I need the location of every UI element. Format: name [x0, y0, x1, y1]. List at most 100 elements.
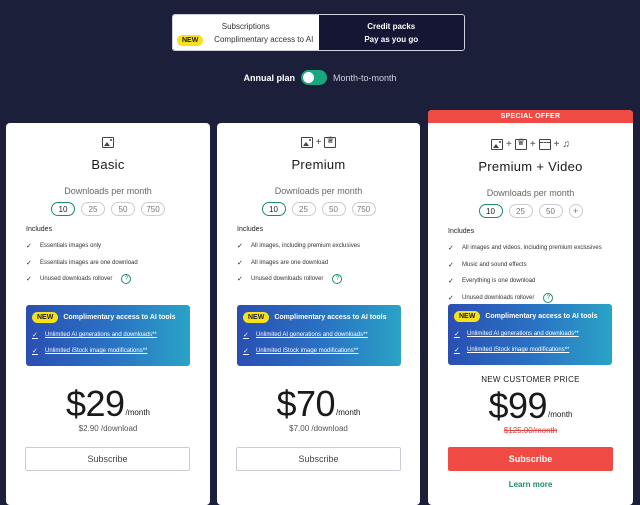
tab-credit-packs-subtitle: Pay as you go: [364, 34, 419, 44]
download-option[interactable]: 750: [141, 202, 165, 216]
plan-title: Premium + Video: [478, 159, 583, 174]
download-option[interactable]: 50: [538, 204, 563, 218]
check-icon: ✓: [237, 243, 243, 251]
ai-tools-title: Complimentary access to AI tools: [274, 314, 387, 321]
help-icon[interactable]: ?: [121, 274, 132, 285]
ai-item-text: Unlimited AI generations and downloads**: [45, 332, 157, 338]
check-icon: ✓: [26, 276, 32, 284]
download-option[interactable]: 50: [111, 202, 135, 216]
feature-text: Essentials images are one download: [40, 259, 138, 266]
ai-tools-box: NEW Complimentary access to AI tools ✓ Unl…: [26, 305, 190, 366]
ai-item-text: Unlimited iStock image modifications**: [467, 347, 570, 353]
premium-crown-icon: [514, 137, 527, 150]
new-badge: NEW: [454, 311, 481, 322]
downloads-label: Downloads per month: [274, 186, 363, 196]
ai-tools-box: NEW Complimentary access to AI tools ✓ Unl…: [448, 304, 612, 365]
feature-text: Essentials images only: [40, 243, 102, 250]
ai-item-link[interactable]: ✓ Unlimited iStock image modifications**: [454, 346, 612, 354]
feature-text: All images are one download: [251, 259, 329, 266]
check-icon: ✓: [32, 332, 38, 339]
download-option[interactable]: 50: [321, 202, 346, 216]
check-icon: ✓: [32, 348, 38, 355]
plus-icon: +: [529, 138, 536, 150]
ai-item-link[interactable]: ✓ Unlimited iStock image modifications**: [243, 347, 401, 355]
learn-more-link[interactable]: Learn more: [428, 480, 633, 489]
original-price: $125.00/month: [503, 426, 558, 435]
new-customer-price-label: NEW CUSTOMER PRICE: [481, 375, 580, 384]
plus-icon: +: [553, 138, 560, 150]
feature-text: All images, including premium exclusives: [251, 243, 361, 250]
price-block: $70/month $7.00 /download: [217, 383, 420, 434]
special-offer-banner: SPECIAL OFFER: [428, 110, 633, 123]
download-option[interactable]: 10: [478, 204, 503, 218]
image-icon: [490, 138, 503, 150]
video-icon: [538, 138, 551, 150]
check-icon: ✓: [454, 347, 460, 354]
downloads-label: Downloads per month: [486, 188, 575, 198]
price-amount: $70: [276, 383, 336, 424]
download-option[interactable]: 25: [81, 202, 105, 216]
annual-plan-label[interactable]: Annual plan: [243, 73, 295, 83]
ai-item-text: Unlimited iStock image modifications**: [45, 348, 148, 354]
includes-label: Includes: [26, 226, 53, 233]
plan-title: Basic: [91, 157, 125, 172]
help-icon[interactable]: ?: [543, 292, 554, 303]
feature-text: Unused downloads rollover: [251, 276, 324, 283]
download-option[interactable]: 750: [351, 202, 376, 216]
download-options: 10 25 50 750: [217, 202, 420, 216]
feature-list: ✓ Essentials images only ✓ Essentials imag…: [26, 238, 210, 288]
includes-label: Includes: [237, 226, 264, 233]
subscribe-button[interactable]: Subscribe: [448, 447, 613, 471]
new-badge: NEW: [243, 312, 270, 323]
tab-subscriptions-title: Subscriptions: [221, 21, 270, 31]
plan-icons: + + + ♫: [428, 137, 633, 151]
subscribe-button[interactable]: Subscribe: [25, 447, 190, 471]
price-period: /month: [125, 408, 151, 417]
feature-item: ✓ All images, including premium exclusive…: [237, 238, 420, 255]
check-icon: ✓: [237, 259, 243, 267]
tab-credit-packs[interactable]: Credit packs Pay as you go: [318, 15, 464, 50]
image-icon: [300, 136, 313, 148]
ai-item-text: Unlimited AI generations and downloads**: [467, 331, 579, 337]
price-per-download: $2.90 /download: [78, 424, 138, 433]
tab-credit-packs-title: Credit packs: [367, 21, 416, 31]
subscribe-button[interactable]: Subscribe: [236, 447, 401, 471]
downloads-label: Downloads per month: [64, 186, 152, 196]
ai-item-link[interactable]: ✓ Unlimited iStock image modifications**: [32, 347, 190, 355]
feature-item: ✓ Essentials images are one download: [26, 255, 210, 272]
plan-icons: +: [217, 135, 420, 149]
help-icon[interactable]: ?: [332, 274, 343, 285]
download-option[interactable]: 25: [508, 204, 533, 218]
plan-card-basic: Basic Downloads per month 10 25 50 750 I…: [6, 123, 210, 505]
plus-icon: +: [505, 138, 512, 150]
feature-text: All images and videos, including premium…: [462, 245, 602, 252]
feature-text: Music and sound effects: [462, 261, 527, 268]
ai-tools-box: NEW Complimentary access to AI tools ✓ Unl…: [237, 305, 401, 366]
ai-item-link[interactable]: ✓ Unlimited AI generations and downloads*…: [454, 330, 612, 338]
toggle-knob: [302, 72, 314, 83]
feature-item: ✓ Music and sound effects: [448, 257, 633, 274]
price-period: /month: [336, 408, 361, 417]
download-option[interactable]: 10: [51, 202, 75, 216]
check-icon: ✓: [243, 348, 249, 355]
plan-title: Premium: [291, 157, 346, 172]
check-icon: ✓: [26, 243, 32, 251]
ai-item-link[interactable]: ✓ Unlimited AI generations and downloads*…: [32, 331, 190, 339]
new-badge: NEW: [32, 312, 59, 323]
feature-list: ✓ All images, including premium exclusive…: [237, 238, 420, 288]
billing-toggle-switch[interactable]: [300, 70, 327, 85]
feature-item: ✓ Unused downloads rollover?: [237, 271, 420, 288]
feature-text: Unused downloads rollover: [40, 276, 113, 283]
download-option[interactable]: 25: [291, 202, 316, 216]
download-options: 10 25 50 750: [6, 202, 210, 216]
feature-item: ✓ Unused downloads rollover?: [26, 271, 210, 288]
month-to-month-label[interactable]: Month-to-month: [333, 73, 397, 83]
price-block: $29/month $2.90 /download: [6, 385, 210, 434]
tab-subscriptions[interactable]: Subscriptions NEW Complimentary access t…: [173, 15, 319, 50]
ai-item-link[interactable]: ✓ Unlimited AI generations and downloads*…: [243, 331, 401, 339]
plan-icons: [6, 135, 210, 149]
ai-item-text: Unlimited iStock image modifications**: [256, 348, 359, 354]
check-icon: ✓: [26, 259, 32, 267]
download-option[interactable]: 10: [261, 202, 286, 216]
more-options-button[interactable]: +: [568, 204, 583, 218]
